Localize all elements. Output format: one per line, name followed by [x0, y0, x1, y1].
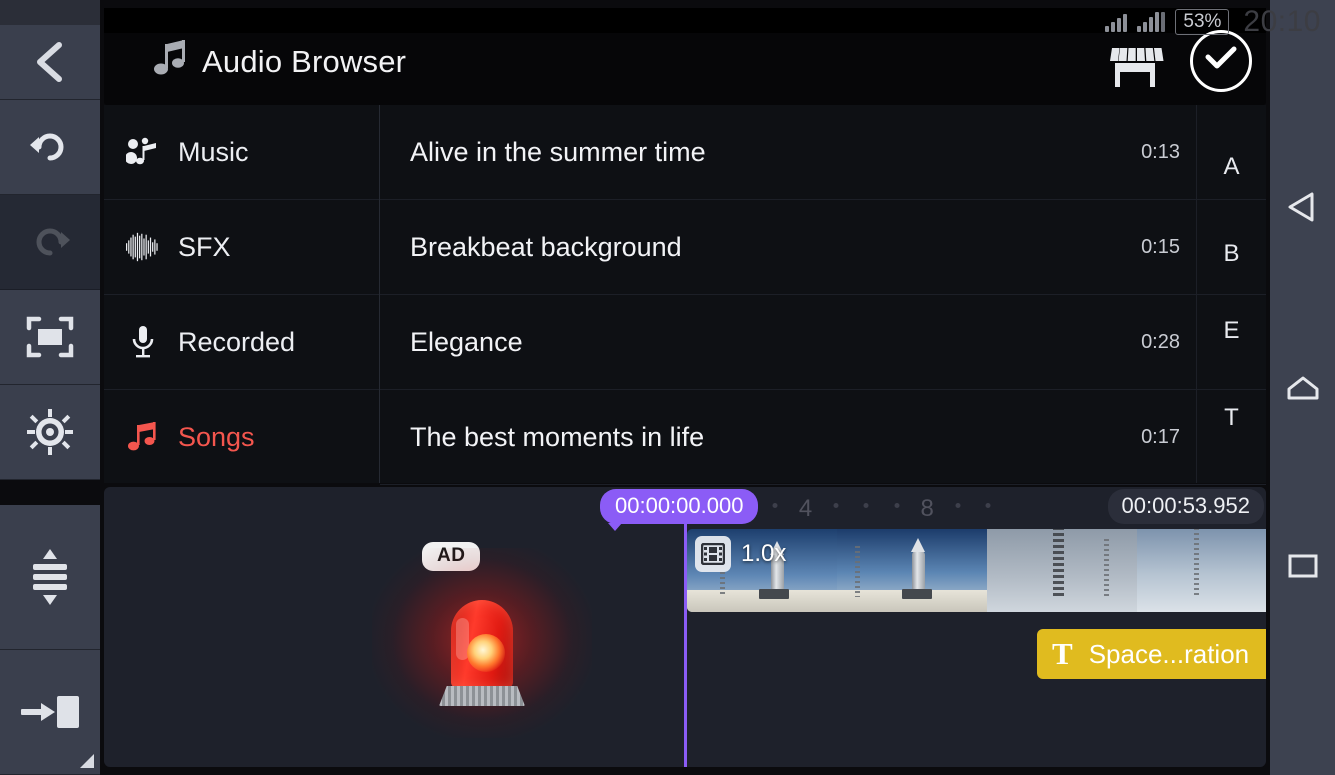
ruler-tick — [863, 503, 869, 508]
check-circle-icon — [1204, 45, 1238, 76]
track-row[interactable]: The best moments in life 0:17 — [380, 390, 1266, 485]
square-recents-icon[interactable] — [1287, 552, 1319, 585]
category-label: Recorded — [178, 326, 296, 357]
status-bar — [104, 8, 1266, 33]
audio-browser-header: Audio Browser — [104, 8, 1266, 105]
ruler-label: 4 — [798, 495, 813, 522]
ruler-tick — [894, 503, 900, 508]
header-title-group: Audio Browser — [154, 40, 406, 83]
alphabet-index-letter[interactable]: A — [1197, 153, 1266, 181]
track-row[interactable]: Alive in the summer time 0:13 — [380, 105, 1266, 200]
track-duration: 0:28 — [1141, 330, 1180, 353]
waveform-icon — [126, 231, 160, 263]
music-group-icon — [126, 137, 160, 167]
fit-to-screen-button[interactable] — [0, 290, 100, 385]
undo-icon — [26, 123, 74, 171]
text-T-icon: T — [1052, 636, 1073, 671]
text-clip-label: Space...ration — [1088, 638, 1250, 669]
microphone-icon — [126, 325, 160, 359]
alphabet-index-letter[interactable]: E — [1197, 317, 1266, 345]
category-list: Music SFX Recorded Songs — [104, 105, 380, 483]
music-note-icon — [126, 421, 160, 454]
text-clip[interactable]: T Space...ration — [1037, 629, 1266, 679]
confirm-button[interactable] — [1190, 29, 1252, 92]
track-duration: 0:15 — [1141, 235, 1180, 258]
playhead-time-badge[interactable]: 00:00:00.000 — [600, 489, 759, 531]
timeline-panel[interactable]: 4 8 00:00:00.000 00:00:53.952 1.0x T Spac… — [104, 487, 1266, 767]
editor-screen: Audio Browser 53% 20:10 Music SFX Record… — [0, 0, 1335, 775]
clip-thumbnail — [1137, 529, 1266, 612]
alphabet-index-letter[interactable]: T — [1197, 404, 1266, 432]
gear-icon — [26, 408, 74, 456]
rail-divider — [0, 480, 100, 505]
audio-browser-panel: Music SFX Recorded Songs Alive in the summe… — [104, 105, 1266, 485]
category-item-recorded[interactable]: Recorded — [104, 295, 379, 390]
clip-speed-badge[interactable]: 1.0x — [695, 536, 786, 572]
header-actions — [1106, 8, 1252, 105]
category-label: Songs — [178, 422, 255, 452]
expand-tracks-icon — [22, 547, 78, 607]
android-navigation-bar — [1270, 0, 1335, 775]
undo-button[interactable] — [0, 100, 100, 195]
music-note-icon — [154, 40, 188, 83]
total-duration-badge: 00:00:53.952 — [1107, 489, 1264, 524]
settings-button[interactable] — [0, 385, 100, 480]
track-list: Alive in the summer time 0:13 Breakbeat ba… — [380, 105, 1266, 485]
back-button[interactable] — [0, 25, 100, 100]
redo-button[interactable] — [0, 195, 100, 290]
ruler-tick — [772, 503, 778, 508]
clip-thumbnail — [837, 529, 987, 612]
resize-handle[interactable] — [80, 754, 94, 768]
fit-screen-icon — [25, 315, 75, 359]
add-to-timeline-button[interactable] — [0, 650, 100, 775]
page-title: Audio Browser — [202, 43, 407, 79]
home-pentagon-icon[interactable] — [1286, 374, 1320, 407]
track-name: Elegance — [410, 326, 523, 357]
tool-rail — [0, 0, 100, 775]
video-clip[interactable]: 1.0x — [687, 529, 1266, 612]
category-label: Music — [178, 136, 249, 167]
ruler-label: 8 — [920, 495, 934, 522]
ruler-tick — [955, 503, 961, 508]
ruler-tick — [833, 503, 839, 508]
category-item-sfx[interactable]: SFX — [104, 200, 379, 295]
clip-thumbnail — [987, 529, 1137, 612]
rail-status-shim — [0, 0, 100, 25]
advertisement[interactable]: AD — [284, 542, 674, 757]
expand-tracks-button[interactable] — [0, 505, 100, 650]
track-duration: 0:17 — [1141, 425, 1180, 448]
ruler-tick — [985, 503, 991, 508]
category-item-music[interactable]: Music — [104, 105, 379, 200]
track-row[interactable]: Elegance 0:28 — [380, 295, 1266, 390]
triangle-back-icon[interactable] — [1286, 190, 1320, 229]
chevron-left-icon — [30, 39, 70, 85]
category-item-songs[interactable]: Songs — [104, 390, 379, 485]
alphabet-index-letter[interactable]: B — [1197, 240, 1266, 268]
clip-speed-label: 1.0x — [741, 540, 787, 567]
store-icon[interactable] — [1106, 42, 1164, 97]
track-row[interactable]: Breakbeat background 0:15 — [380, 200, 1266, 295]
track-name: Alive in the summer time — [410, 136, 706, 167]
track-name: Breakbeat background — [410, 231, 682, 262]
track-name: The best moments in life — [410, 421, 705, 452]
redo-icon — [26, 218, 74, 266]
category-label: SFX — [178, 231, 231, 262]
alphabet-scrubber[interactable]: A B E T — [1196, 105, 1266, 483]
track-duration: 0:13 — [1141, 140, 1180, 163]
insert-clip-icon — [17, 686, 83, 738]
film-strip-icon — [695, 536, 731, 572]
red-siren-beacon-graphic — [372, 548, 592, 738]
